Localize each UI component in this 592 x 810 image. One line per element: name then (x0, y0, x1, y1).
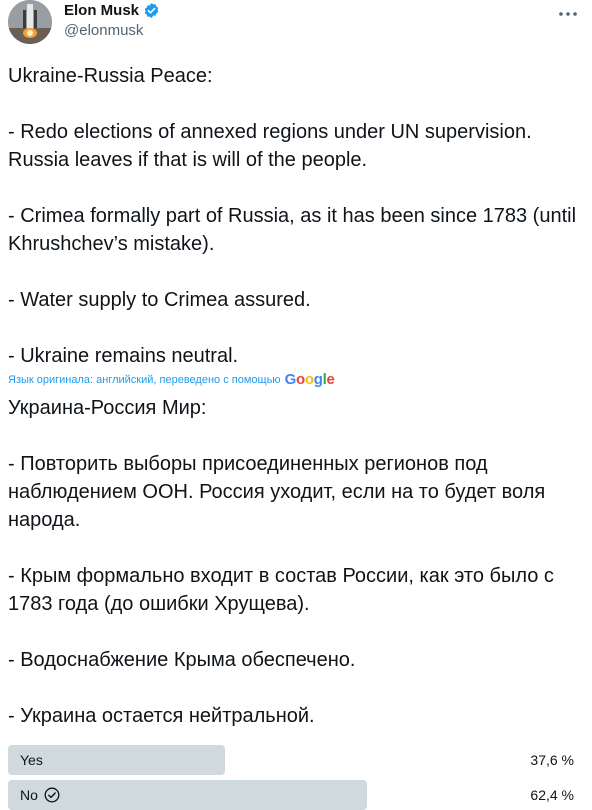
google-logo: Google (284, 371, 335, 388)
author-handle[interactable]: @elonmusk (64, 22, 143, 39)
more-options-icon[interactable] (556, 4, 580, 24)
poll-option-label: Yes (20, 745, 43, 775)
author-name-text: Elon Musk (64, 2, 140, 19)
poll-option-percent: 62,4 % (530, 787, 574, 803)
author-avatar[interactable] (8, 0, 52, 44)
author-name[interactable]: Elon Musk (64, 2, 160, 19)
poll-bar-no (8, 780, 367, 810)
verified-badge-icon (144, 3, 159, 18)
poll-option-label-text: Yes (20, 752, 43, 768)
poll-option-percent: 37,6 % (530, 752, 574, 768)
tweet-text-original: Ukraine-Russia Peace: - Redo elections o… (8, 65, 577, 367)
poll-option-no: No 62,4 % (8, 780, 584, 810)
tweet-text-translated: Украина-Россия Мир: - Повторить выборы п… (8, 397, 554, 727)
poll-option-yes: Yes 37,6 % (8, 745, 584, 775)
translation-note[interactable]: Язык оригинала: английский, переведено с… (8, 371, 335, 388)
translation-note-text: Язык оригинала: английский, переведено с… (8, 373, 281, 386)
avatar-rocket-image (8, 0, 52, 44)
poll-option-label: No (20, 780, 60, 810)
poll-option-label-text: No (20, 787, 38, 803)
check-circle-icon (44, 787, 60, 803)
